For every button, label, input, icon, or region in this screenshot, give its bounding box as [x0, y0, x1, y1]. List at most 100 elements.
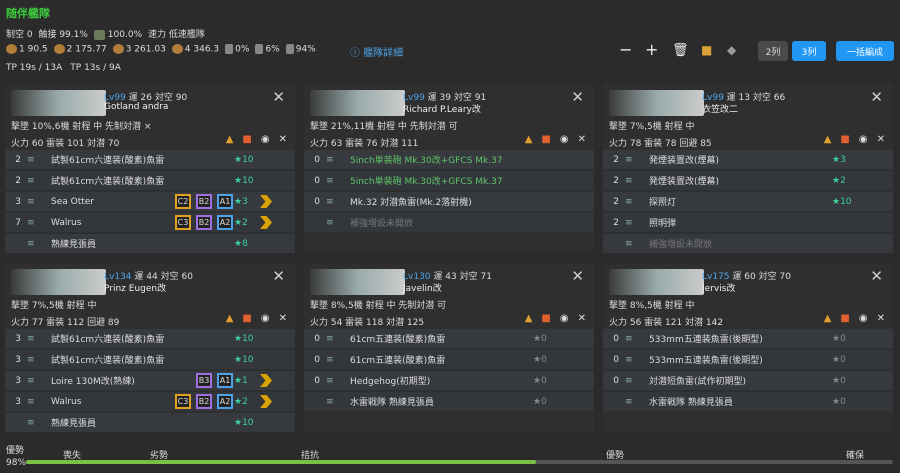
close-icon[interactable]: ✕ — [578, 313, 586, 324]
close-icon[interactable]: ✕ — [571, 267, 584, 285]
equipment-slot[interactable]: 3 ≡ 試製61cm六連装(酸素)魚雷 ★10 — [5, 329, 295, 348]
upload-icon[interactable]: ▲ — [525, 134, 533, 145]
equipment-icon: ≡ — [326, 375, 334, 386]
proficiency-tag[interactable]: A2 — [217, 215, 233, 230]
fleet-detail-link[interactable]: ⓘ 艦隊詳細 — [350, 44, 403, 59]
ship-name[interactable]: Richard P.Leary改 — [403, 102, 481, 115]
memo-icon[interactable]: ■ — [701, 43, 712, 57]
equipment-slot[interactable]: ≡ 水雷戦隊 熟練見張員 ★0 — [304, 392, 594, 411]
toolbox-icon[interactable]: ■ — [840, 134, 849, 145]
bulk-formation-button[interactable]: 一括編成 — [836, 41, 894, 61]
cards-icon[interactable]: ◆ — [727, 43, 736, 57]
proficiency-tag[interactable]: B2 — [196, 215, 212, 230]
proficiency-tag[interactable]: B2 — [196, 394, 212, 409]
toolbox-icon[interactable]: ■ — [541, 134, 550, 145]
eye-icon[interactable]: ◉ — [261, 134, 270, 145]
ship-card: Lv130 運 43 対空 71 Javelin改 ✕ 撃墜 8%,5機 射程 … — [304, 263, 594, 432]
toolbox-icon[interactable]: ■ — [840, 313, 849, 324]
close-icon[interactable]: ✕ — [571, 88, 584, 106]
equipment-slot[interactable]: 3 ≡ Loire 130M改(熟練) B3 A1 ★1 — [5, 371, 295, 390]
ship-name[interactable]: Javelin改 — [403, 281, 442, 294]
proficiency-tag[interactable]: B2 — [196, 194, 212, 209]
equipment-slot[interactable]: 2 ≡ 試製61cm六連装(酸素)魚雷 ★10 — [5, 171, 295, 190]
close-icon[interactable]: ✕ — [279, 134, 287, 145]
close-icon[interactable]: ✕ — [877, 134, 885, 145]
equipment-name: Mk.32 対潜魚雷(Mk.2落射機) — [350, 198, 472, 208]
upload-icon[interactable]: ▲ — [525, 313, 533, 324]
close-icon[interactable]: ✕ — [870, 267, 883, 285]
upload-icon[interactable]: ▲ — [824, 134, 832, 145]
proficiency-tag[interactable]: A2 — [217, 394, 233, 409]
equipment-icon: ≡ — [27, 238, 35, 249]
equipment-slot[interactable]: 0 ≡ 61cm五連装(酸素)魚雷 ★0 — [304, 329, 594, 348]
proficiency-tag[interactable]: B3 — [196, 373, 212, 388]
equipment-slot[interactable]: 0 ≡ 5inch単装砲 Mk.30改+GFCS Mk.37 — [304, 171, 594, 190]
plus-button[interactable]: + — [645, 40, 658, 59]
equipment-icon: ≡ — [326, 154, 334, 165]
eye-icon[interactable]: ◉ — [560, 134, 569, 145]
eye-icon[interactable]: ◉ — [859, 134, 868, 145]
ship-name[interactable]: Gotland andra — [104, 102, 168, 112]
equipment-slot[interactable]: ≡ 補強増設未開放 — [603, 234, 893, 253]
close-icon[interactable]: ✕ — [272, 88, 285, 106]
toolbox-icon[interactable]: ■ — [242, 134, 251, 145]
eye-icon[interactable]: ◉ — [859, 313, 868, 324]
proficiency-tag[interactable]: C2 — [175, 194, 191, 209]
proficiency-tag[interactable]: C3 — [175, 394, 191, 409]
ship-name[interactable]: Prinz Eugen改 — [104, 281, 166, 294]
los-row: 1 90.5 2 175.77 3 261.03 4 346.3 0% 6% 9… — [6, 44, 316, 55]
improvement-level: ★0 — [533, 333, 547, 344]
trash-icon[interactable]: 🗑 — [672, 43, 689, 58]
equipment-slot[interactable]: 0 ≡ 533mm五連装魚雷(後期型) ★0 — [603, 329, 893, 348]
improvement-level: ★2 — [234, 396, 248, 407]
close-icon[interactable]: ✕ — [279, 313, 287, 324]
equipment-slot[interactable]: 0 ≡ 5inch単装砲 Mk.30改+GFCS Mk.37 — [304, 150, 594, 169]
equipment-slot[interactable]: 0 ≡ 533mm五連装魚雷(後期型) ★0 — [603, 350, 893, 369]
two-column-button[interactable]: 2列 — [758, 41, 788, 61]
equipment-slot[interactable]: 0 ≡ 対潜短魚雷(試作初期型) ★0 — [603, 371, 893, 390]
equipment-slot[interactable]: ≡ 水雷戦隊 熟練見張員 ★0 — [603, 392, 893, 411]
proficiency-tag[interactable]: C3 — [175, 215, 191, 230]
close-icon[interactable]: ✕ — [272, 267, 285, 285]
equipment-slot[interactable]: 0 ≡ Hedgehog(初期型) ★0 — [304, 371, 594, 390]
minus-button[interactable]: − — [619, 40, 632, 59]
ship-name[interactable]: 衣笠改二 — [702, 102, 738, 115]
ship-card: Lv99 運 26 対空 90 Gotland andra ✕ 撃墜 10%,6… — [5, 84, 295, 253]
ship-name[interactable]: Jervis改 — [702, 281, 735, 294]
equipment-slot[interactable]: 3 ≡ Sea Otter C2 B2 A1 ★3 — [5, 192, 295, 211]
equipment-name: 水雷戦隊 熟練見張員 — [350, 398, 434, 408]
close-icon[interactable]: ✕ — [578, 134, 586, 145]
three-column-button[interactable]: 3列 — [792, 41, 826, 61]
equipment-slot[interactable]: ≡ 熟練見張員 ★10 — [5, 413, 295, 432]
equipment-name: 照明弾 — [649, 219, 677, 229]
equipment-slot[interactable]: 3 ≡ 試製61cm六連装(酸素)魚雷 ★10 — [5, 350, 295, 369]
upload-icon[interactable]: ▲ — [824, 313, 832, 324]
eye-icon[interactable]: ◉ — [560, 313, 569, 324]
close-icon[interactable]: ✕ — [870, 88, 883, 106]
upload-icon[interactable]: ▲ — [226, 313, 234, 324]
close-icon[interactable]: ✕ — [877, 313, 885, 324]
equipment-slot[interactable]: 2 ≡ 発煙装置改(煙幕) ★3 — [603, 150, 893, 169]
equipment-slot[interactable]: ≡ 補強増設未開放 — [304, 213, 594, 232]
equipment-slot[interactable]: 2 ≡ 探照灯 ★10 — [603, 192, 893, 211]
eye-icon[interactable]: ◉ — [261, 313, 270, 324]
ship-banner — [609, 269, 704, 295]
equipment-slot[interactable]: ≡ 熟練見張員 ★8 — [5, 234, 295, 253]
equipment-slot[interactable]: 0 ≡ Mk.32 対潜魚雷(Mk.2落射機) — [304, 192, 594, 211]
equipment-name: 熟練見張員 — [51, 240, 97, 250]
proficiency-tag[interactable]: A1 — [217, 194, 233, 209]
toolbox-icon[interactable]: ■ — [541, 313, 550, 324]
ship-banner — [609, 90, 704, 116]
toolbox-icon[interactable]: ■ — [242, 313, 251, 324]
equipment-slot[interactable]: 7 ≡ Walrus C3 B2 A2 ★2 — [5, 213, 295, 232]
proficiency-tag[interactable]: A1 — [217, 373, 233, 388]
equipment-slot[interactable]: 2 ≡ 試製61cm六連装(酸素)魚雷 ★10 — [5, 150, 295, 169]
equipment-slot[interactable]: 2 ≡ 照明弾 — [603, 213, 893, 232]
equipment-name: 533mm五連装魚雷(後期型) — [649, 356, 763, 366]
equipment-name: 探照灯 — [649, 198, 677, 208]
equipment-icon: ≡ — [625, 354, 633, 365]
equipment-slot[interactable]: 0 ≡ 61cm五連装(酸素)魚雷 ★0 — [304, 350, 594, 369]
equipment-slot[interactable]: 3 ≡ Walrus C3 B2 A2 ★2 — [5, 392, 295, 411]
upload-icon[interactable]: ▲ — [226, 134, 234, 145]
equipment-slot[interactable]: 2 ≡ 発煙装置改(煙幕) ★2 — [603, 171, 893, 190]
